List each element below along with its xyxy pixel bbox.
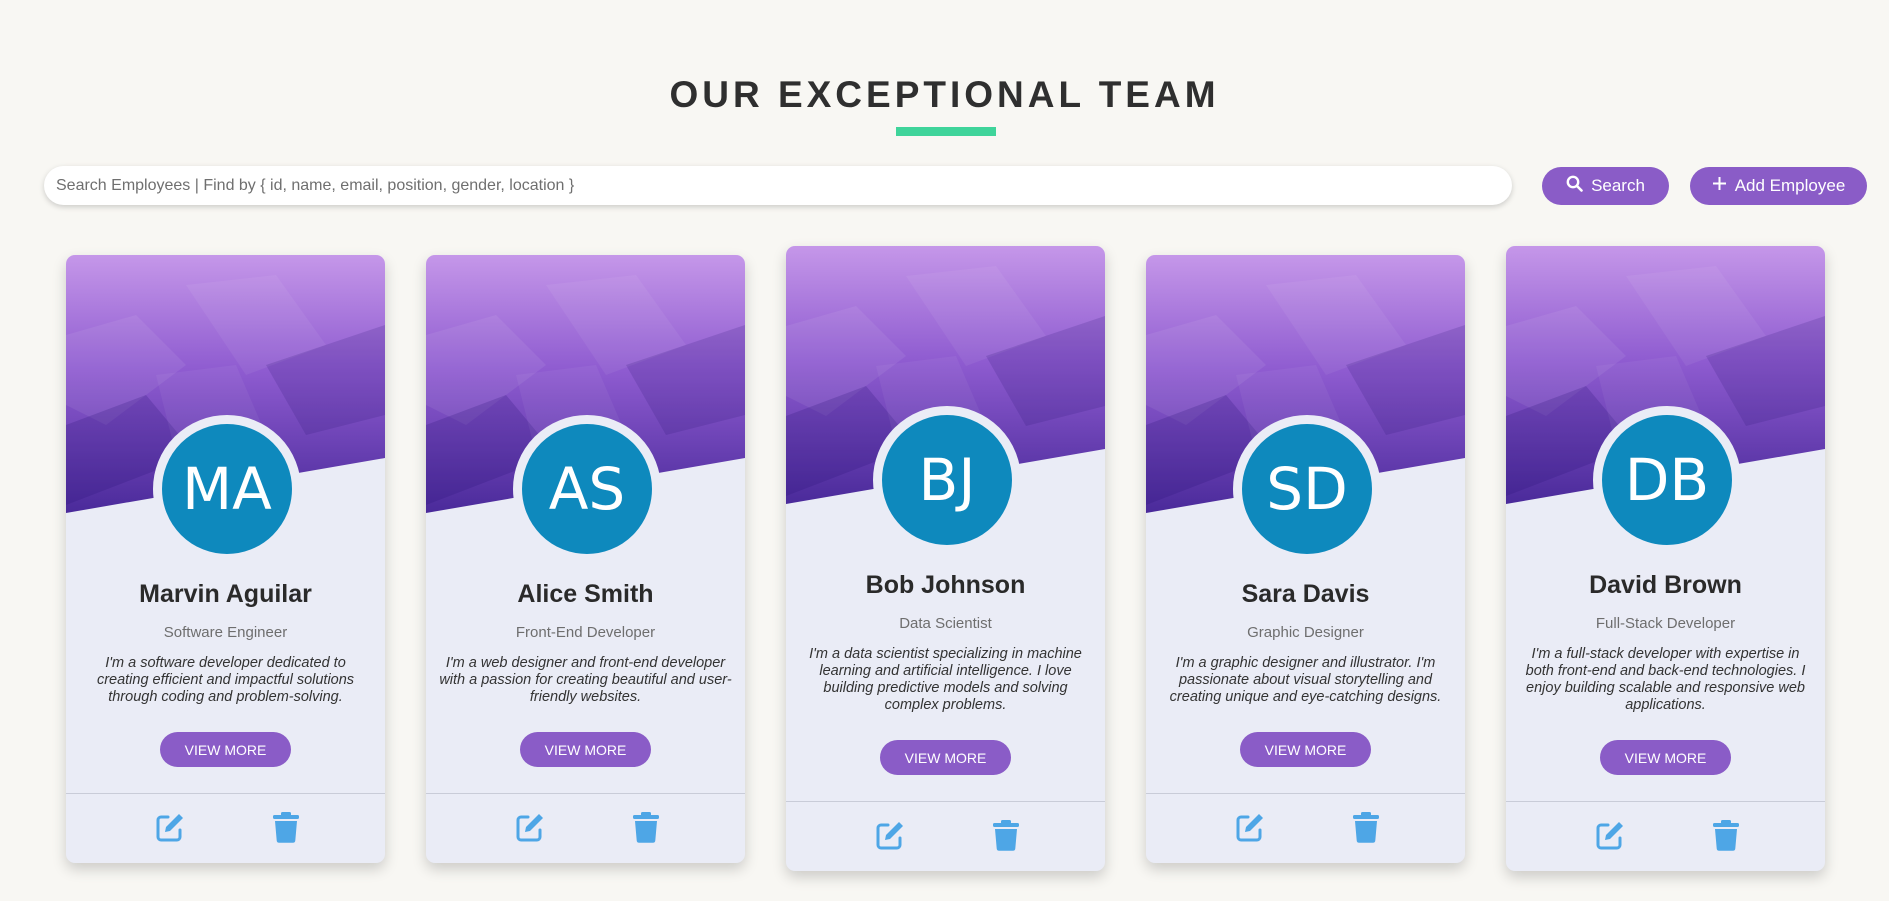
employee-card: DB David Brown Full-Stack Developer I'm a f… (1506, 246, 1825, 871)
edit-button[interactable] (1593, 820, 1627, 854)
view-more-button[interactable]: VIEW MORE (880, 740, 1011, 775)
edit-icon (514, 811, 546, 848)
trash-icon (1352, 811, 1380, 848)
edit-icon (874, 819, 906, 856)
employee-bio: I'm a data scientist specializing in mac… (809, 646, 1082, 713)
employee-card: BJ Bob Johnson Data Scientist I'm a data sc… (786, 246, 1105, 871)
trash-icon (632, 811, 660, 848)
plus-icon (1712, 176, 1727, 196)
edit-button[interactable] (513, 812, 547, 846)
edit-button[interactable] (153, 812, 187, 846)
employee-name: Marvin Aguilar (139, 580, 312, 608)
employee-bio: I'm a software developer dedicated to cr… (96, 655, 355, 705)
avatar: DB (1593, 406, 1741, 554)
delete-button[interactable] (989, 819, 1023, 856)
employee-bio: I'm a graphic designer and illustrator. … (1169, 655, 1442, 705)
edit-icon (1234, 811, 1266, 848)
delete-button[interactable] (269, 811, 303, 848)
employee-bio: I'm a full-stack developer with expertis… (1525, 646, 1806, 713)
trash-icon (272, 811, 300, 848)
delete-button[interactable] (1709, 819, 1743, 856)
employee-name: Bob Johnson (865, 571, 1026, 599)
view-more-button[interactable]: VIEW MORE (1600, 740, 1731, 775)
trash-icon (992, 819, 1020, 856)
employee-position: Front-End Developer (515, 624, 656, 641)
edit-icon (1594, 819, 1626, 856)
employee-card: AS Alice Smith Front-End Developer I'm a we… (426, 255, 745, 863)
view-more-button[interactable]: VIEW MORE (1240, 732, 1371, 767)
employee-name: Alice Smith (517, 580, 654, 608)
trash-icon (1712, 819, 1740, 856)
edit-button[interactable] (873, 820, 907, 854)
edit-icon (154, 811, 186, 848)
page-title: OUR EXCEPTIONAL TEAM (669, 74, 1220, 115)
delete-button[interactable] (1349, 811, 1383, 848)
employee-card: SD Sara Davis Graphic Designer I'm a graphi… (1146, 255, 1465, 863)
card-actions (1146, 793, 1465, 863)
search-button[interactable]: Search (1542, 167, 1669, 205)
card-actions (1506, 801, 1825, 871)
employee-name: Sara Davis (1241, 580, 1370, 608)
card-actions (66, 793, 385, 863)
employee-position: Graphic Designer (1247, 624, 1364, 641)
employee-name: David Brown (1589, 571, 1742, 599)
avatar: MA (153, 415, 301, 563)
title-underline (896, 127, 996, 136)
avatar: BJ (873, 406, 1021, 554)
view-more-button[interactable]: VIEW MORE (160, 732, 291, 767)
add-employee-label: Add Employee (1734, 176, 1846, 195)
employee-position: Full-Stack Developer (1595, 615, 1736, 632)
employee-card: MA Marvin Aguilar Software Engineer I'm a s… (66, 255, 385, 863)
card-actions (786, 801, 1105, 871)
employee-position: Data Scientist (899, 615, 992, 632)
search-icon (1566, 175, 1583, 197)
employee-position: Software Engineer (163, 624, 288, 641)
avatar: AS (513, 415, 661, 563)
card-actions (426, 793, 745, 863)
add-employee-button[interactable]: Add Employee (1690, 167, 1867, 205)
view-more-button[interactable]: VIEW MORE (520, 732, 651, 767)
search-bar (44, 166, 1512, 205)
search-button-label: Search (1591, 176, 1645, 195)
search-input[interactable] (44, 166, 1512, 205)
delete-button[interactable] (629, 811, 663, 848)
employee-bio: I'm a web designer and front-end develop… (439, 655, 732, 705)
edit-button[interactable] (1233, 812, 1267, 846)
avatar: SD (1233, 415, 1381, 563)
